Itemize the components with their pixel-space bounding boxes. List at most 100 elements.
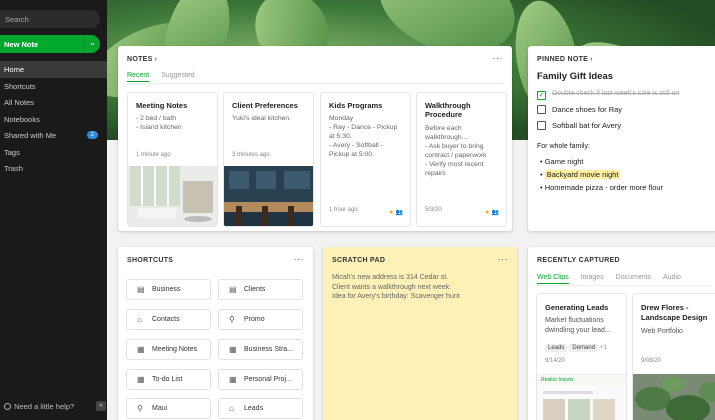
shortcut-item[interactable]: ⚲ Maui: [126, 398, 211, 419]
more-options-icon[interactable]: ···: [498, 254, 509, 264]
arrow-right-icon: ›: [590, 56, 593, 63]
web-clip-card[interactable]: Drew Flores - Landscape Design Web Portf…: [632, 293, 715, 420]
scratch-pad-text[interactable]: Micah's new address is 314 Cedar st. Cli…: [332, 273, 460, 302]
shortcut-item[interactable]: ⌂ Contacts: [126, 309, 211, 330]
collapse-sidebar-icon[interactable]: «: [96, 401, 106, 411]
search-input[interactable]: Search: [0, 10, 100, 28]
shortcut-item[interactable]: ▦ Personal Proj...: [218, 369, 303, 390]
checklist-item[interactable]: ✓ Double check if last week's sale is sti…: [537, 90, 679, 100]
shortcut-item[interactable]: ▦ To-do List: [126, 369, 211, 390]
shortcut-item[interactable]: ▦ Meeting Notes: [126, 339, 211, 360]
shortcut-item[interactable]: ▦ Business Stra...: [218, 339, 303, 360]
clip-thumbnail: Realtor Insurts: [537, 374, 626, 420]
checklist-item[interactable]: Softball bat for Avery: [537, 121, 621, 130]
note-snippet: Before each walkthrough... - Ask buyer t…: [425, 125, 487, 177]
clip-title: Generating Leads: [545, 303, 609, 312]
tag-icon: ⌂: [229, 404, 234, 413]
search-icon: ⚲: [137, 404, 143, 413]
sidebar-item-trash[interactable]: Trash: [0, 160, 107, 177]
shortcut-item[interactable]: ⌂ Leads: [218, 398, 303, 419]
chevron-down-icon[interactable]: ⌄: [84, 35, 100, 53]
note-card[interactable]: Meeting Notes - 2 bed / bath - Island ki…: [127, 92, 218, 227]
note-date: 5/3/20: [425, 207, 442, 213]
more-options-icon[interactable]: ···: [493, 53, 504, 63]
tag[interactable]: Demand: [569, 344, 599, 352]
tag-icon: ⌂: [137, 315, 142, 324]
checklist-item[interactable]: Dance shoes for Ray: [537, 105, 622, 114]
bullet-item: • Game night: [540, 157, 584, 166]
sidebar-item-label: Trash: [4, 164, 23, 173]
arrow-right-icon: ›: [154, 56, 158, 63]
sidebar-item-label: Home: [4, 65, 25, 74]
note-date: 3 minutes ago: [232, 152, 270, 158]
note-card[interactable]: Kids Programs Monday - Ray - Dance - Pic…: [320, 92, 411, 227]
note-title: Walkthrough Procedure: [425, 101, 471, 119]
bullet-item: • Backyard movie night: [540, 170, 621, 179]
clip-snippet: Market fluctuations dwindling your lead.…: [545, 317, 611, 334]
help-label: Need a little help?: [14, 402, 75, 411]
clip-thumbnail: [633, 374, 715, 420]
highlighted-text: Backyard movie night: [544, 170, 621, 179]
sidebar-item-label: All Notes: [4, 98, 35, 107]
people-icon: 👥: [395, 210, 403, 216]
note-title: Meeting Notes: [136, 101, 188, 110]
star-icon: ★: [484, 210, 490, 216]
sidebar-item-label: Shortcuts: [4, 81, 36, 91]
tag-list: Leads Demand +1: [545, 342, 607, 352]
kitchen-image: [224, 166, 313, 226]
sidebar-item-home[interactable]: Home: [0, 61, 107, 78]
note-snippet: Monday - Ray - Dance - Pickup at 5:30. -…: [329, 115, 398, 158]
new-note-button[interactable]: New Note ⌄: [0, 35, 100, 53]
pinned-note-title[interactable]: PINNED NOTE ›: [537, 56, 593, 63]
tab-recent[interactable]: Recent: [127, 72, 150, 82]
web-clip-card[interactable]: Generating Leads Market fluctuations dwi…: [536, 293, 627, 420]
tag[interactable]: Leads: [545, 344, 568, 352]
note-card[interactable]: Walkthrough Procedure Before each walkth…: [416, 92, 507, 227]
scratch-pad-title: SCRATCH PAD: [332, 257, 386, 264]
checkbox-icon[interactable]: [537, 105, 546, 114]
sidebar-item-label: Notebooks: [4, 114, 40, 124]
sidebar-item-tags[interactable]: Tags: [0, 144, 107, 161]
living-room-image: [128, 166, 217, 226]
sidebar-item-shared-with-me[interactable]: Shared with Me 2: [0, 127, 107, 144]
sidebar-item-label: Tags: [4, 147, 20, 157]
sidebar-item-shortcuts[interactable]: Shortcuts: [0, 78, 107, 95]
sidebar-item-notebooks[interactable]: Notebooks: [0, 111, 107, 128]
note-card[interactable]: Client Preferences Yuki's ideal kitchen.…: [223, 92, 314, 227]
shortcut-item[interactable]: ⚲ Promo: [218, 309, 303, 330]
sidebar-item-all-notes[interactable]: All Notes: [0, 94, 107, 111]
tab-suggested[interactable]: Suggested: [161, 72, 194, 81]
scratch-line: Client wants a walkthrough next week.: [332, 283, 452, 291]
tab-documents[interactable]: Documents: [616, 274, 651, 283]
clip-snippet: Web Portfolio: [641, 328, 683, 335]
notebook-icon: ▤: [229, 285, 237, 294]
note-snippet: Yuki's ideal kitchen.: [232, 115, 292, 122]
tab-images[interactable]: Images: [581, 274, 604, 283]
plants-image: [633, 374, 715, 420]
note-thumbnail: [224, 166, 313, 226]
notes-title[interactable]: NOTES ›: [127, 56, 157, 63]
tab-web-clips[interactable]: Web Clips: [537, 274, 569, 284]
note-icon: ▦: [229, 345, 237, 354]
notes-widget: NOTES › ··· Recent Suggested Meeting Note…: [118, 46, 512, 231]
shortcut-shared-icons: ★ 👥: [388, 209, 403, 216]
more-options-icon[interactable]: ···: [294, 254, 305, 264]
checkbox-icon[interactable]: [537, 121, 546, 130]
help-link[interactable]: Need a little help?: [4, 402, 74, 411]
tab-audio[interactable]: Audio: [663, 274, 681, 283]
scratch-pad-widget[interactable]: SCRATCH PAD ··· Micah's new address is 3…: [323, 247, 517, 420]
divider: [537, 285, 709, 286]
note-icon: ▦: [137, 345, 145, 354]
notebook-icon: ▤: [137, 285, 145, 294]
note-icon: ▦: [137, 375, 145, 384]
star-icon: ★: [388, 210, 394, 216]
checkbox-checked-icon[interactable]: ✓: [537, 91, 546, 100]
sidebar: Search New Note ⌄ Home Shortcuts All Not…: [0, 0, 107, 420]
count-badge: 2: [86, 130, 98, 139]
recently-captured-widget: RECENTLY CAPTURED Web Clips Images Docum…: [528, 247, 715, 420]
shortcuts-title: SHORTCUTS: [127, 257, 174, 264]
shortcut-item[interactable]: ▤ Clients: [218, 279, 303, 300]
note-heading: Family Gift Ideas: [537, 71, 614, 82]
shortcut-item[interactable]: ▤ Business: [126, 279, 211, 300]
new-note-label: New Note: [4, 40, 39, 49]
